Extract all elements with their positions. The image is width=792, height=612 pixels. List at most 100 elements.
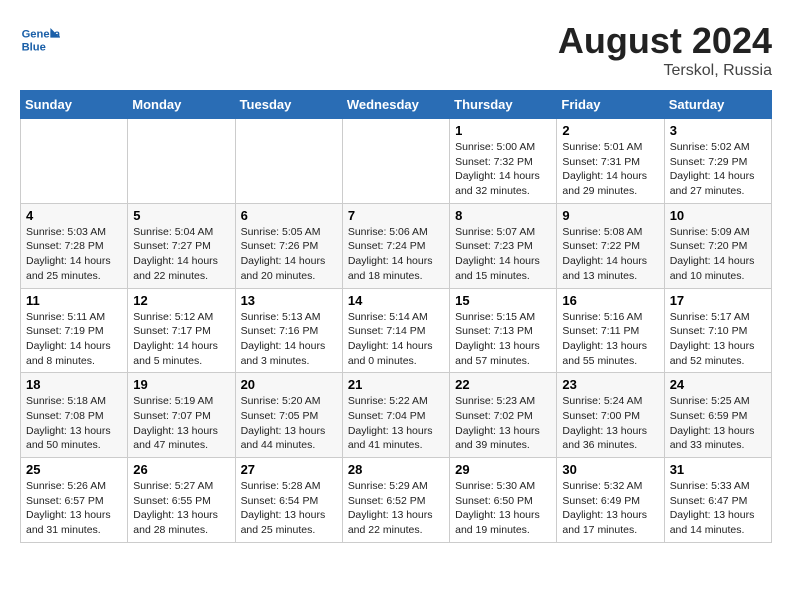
day-info: Sunrise: 5:07 AMSunset: 7:23 PMDaylight:… (455, 225, 551, 284)
calendar-cell: 26 Sunrise: 5:27 AMSunset: 6:55 PMDayligh… (128, 458, 235, 543)
calendar-cell: 6 Sunrise: 5:05 AMSunset: 7:26 PMDaylight… (235, 203, 342, 288)
weekday-header-wednesday: Wednesday (342, 91, 449, 119)
day-info: Sunrise: 5:20 AMSunset: 7:05 PMDaylight:… (241, 394, 337, 453)
calendar-cell: 18 Sunrise: 5:18 AMSunset: 7:08 PMDayligh… (21, 373, 128, 458)
day-info: Sunrise: 5:29 AMSunset: 6:52 PMDaylight:… (348, 479, 444, 538)
day-number: 26 (133, 462, 229, 477)
weekday-header-tuesday: Tuesday (235, 91, 342, 119)
day-number: 15 (455, 293, 551, 308)
day-number: 10 (670, 208, 766, 223)
day-info: Sunrise: 5:19 AMSunset: 7:07 PMDaylight:… (133, 394, 229, 453)
day-info: Sunrise: 5:24 AMSunset: 7:00 PMDaylight:… (562, 394, 658, 453)
day-number: 1 (455, 123, 551, 138)
day-info: Sunrise: 5:12 AMSunset: 7:17 PMDaylight:… (133, 310, 229, 369)
day-number: 16 (562, 293, 658, 308)
day-number: 6 (241, 208, 337, 223)
day-info: Sunrise: 5:01 AMSunset: 7:31 PMDaylight:… (562, 140, 658, 199)
day-info: Sunrise: 5:00 AMSunset: 7:32 PMDaylight:… (455, 140, 551, 199)
svg-text:Blue: Blue (22, 41, 46, 53)
calendar-cell: 7 Sunrise: 5:06 AMSunset: 7:24 PMDaylight… (342, 203, 449, 288)
day-info: Sunrise: 5:28 AMSunset: 6:54 PMDaylight:… (241, 479, 337, 538)
calendar-cell: 5 Sunrise: 5:04 AMSunset: 7:27 PMDaylight… (128, 203, 235, 288)
day-info: Sunrise: 5:26 AMSunset: 6:57 PMDaylight:… (26, 479, 122, 538)
calendar-cell: 25 Sunrise: 5:26 AMSunset: 6:57 PMDayligh… (21, 458, 128, 543)
calendar-table: SundayMondayTuesdayWednesdayThursdayFrid… (20, 90, 772, 543)
day-number: 31 (670, 462, 766, 477)
day-info: Sunrise: 5:11 AMSunset: 7:19 PMDaylight:… (26, 310, 122, 369)
calendar-header: SundayMondayTuesdayWednesdayThursdayFrid… (21, 91, 772, 119)
month-year: August 2024 (558, 20, 772, 62)
calendar-cell: 10 Sunrise: 5:09 AMSunset: 7:20 PMDayligh… (664, 203, 771, 288)
day-info: Sunrise: 5:15 AMSunset: 7:13 PMDaylight:… (455, 310, 551, 369)
calendar-cell: 17Sunrise: 5:17 AMSunset: 7:10 PMDayligh… (664, 288, 771, 373)
day-number: 18 (26, 377, 122, 392)
day-number: 28 (348, 462, 444, 477)
calendar-cell: 27 Sunrise: 5:28 AMSunset: 6:54 PMDayligh… (235, 458, 342, 543)
weekday-row: SundayMondayTuesdayWednesdayThursdayFrid… (21, 91, 772, 119)
calendar-cell: 2 Sunrise: 5:01 AMSunset: 7:31 PMDaylight… (557, 119, 664, 204)
day-number: 2 (562, 123, 658, 138)
day-number: 22 (455, 377, 551, 392)
calendar-cell: 4Sunrise: 5:03 AMSunset: 7:28 PMDaylight… (21, 203, 128, 288)
calendar-cell (342, 119, 449, 204)
logo: General Blue (20, 20, 60, 60)
day-number: 9 (562, 208, 658, 223)
day-info: Sunrise: 5:23 AMSunset: 7:02 PMDaylight:… (455, 394, 551, 453)
day-number: 20 (241, 377, 337, 392)
calendar-cell: 11Sunrise: 5:11 AMSunset: 7:19 PMDayligh… (21, 288, 128, 373)
day-info: Sunrise: 5:25 AMSunset: 6:59 PMDaylight:… (670, 394, 766, 453)
day-number: 27 (241, 462, 337, 477)
calendar-cell: 31Sunrise: 5:33 AMSunset: 6:47 PMDayligh… (664, 458, 771, 543)
calendar-week-5: 25 Sunrise: 5:26 AMSunset: 6:57 PMDayligh… (21, 458, 772, 543)
weekday-header-saturday: Saturday (664, 91, 771, 119)
day-number: 8 (455, 208, 551, 223)
day-info: Sunrise: 5:08 AMSunset: 7:22 PMDaylight:… (562, 225, 658, 284)
day-number: 21 (348, 377, 444, 392)
day-info: Sunrise: 5:06 AMSunset: 7:24 PMDaylight:… (348, 225, 444, 284)
day-info: Sunrise: 5:05 AMSunset: 7:26 PMDaylight:… (241, 225, 337, 284)
day-info: Sunrise: 5:03 AMSunset: 7:28 PMDaylight:… (26, 225, 122, 284)
day-number: 12 (133, 293, 229, 308)
day-number: 13 (241, 293, 337, 308)
day-number: 5 (133, 208, 229, 223)
weekday-header-monday: Monday (128, 91, 235, 119)
calendar-cell: 24 Sunrise: 5:25 AMSunset: 6:59 PMDayligh… (664, 373, 771, 458)
calendar-cell: 19 Sunrise: 5:19 AMSunset: 7:07 PMDayligh… (128, 373, 235, 458)
day-number: 19 (133, 377, 229, 392)
calendar-cell: 21Sunrise: 5:22 AMSunset: 7:04 PMDayligh… (342, 373, 449, 458)
calendar-week-1: 1 Sunrise: 5:00 AMSunset: 7:32 PMDaylight… (21, 119, 772, 204)
calendar-cell: 9 Sunrise: 5:08 AMSunset: 7:22 PMDaylight… (557, 203, 664, 288)
day-number: 14 (348, 293, 444, 308)
weekday-header-thursday: Thursday (450, 91, 557, 119)
day-number: 25 (26, 462, 122, 477)
calendar-week-3: 11Sunrise: 5:11 AMSunset: 7:19 PMDayligh… (21, 288, 772, 373)
calendar-body: 1 Sunrise: 5:00 AMSunset: 7:32 PMDaylight… (21, 119, 772, 543)
day-info: Sunrise: 5:27 AMSunset: 6:55 PMDaylight:… (133, 479, 229, 538)
calendar-cell (128, 119, 235, 204)
day-number: 24 (670, 377, 766, 392)
day-info: Sunrise: 5:32 AMSunset: 6:49 PMDaylight:… (562, 479, 658, 538)
calendar-week-4: 18 Sunrise: 5:18 AMSunset: 7:08 PMDayligh… (21, 373, 772, 458)
day-info: Sunrise: 5:04 AMSunset: 7:27 PMDaylight:… (133, 225, 229, 284)
day-info: Sunrise: 5:17 AMSunset: 7:10 PMDaylight:… (670, 310, 766, 369)
day-number: 30 (562, 462, 658, 477)
calendar-cell: 23 Sunrise: 5:24 AMSunset: 7:00 PMDayligh… (557, 373, 664, 458)
day-info: Sunrise: 5:16 AMSunset: 7:11 PMDaylight:… (562, 310, 658, 369)
calendar-cell: 28 Sunrise: 5:29 AMSunset: 6:52 PMDayligh… (342, 458, 449, 543)
day-info: Sunrise: 5:09 AMSunset: 7:20 PMDaylight:… (670, 225, 766, 284)
title-block: August 2024 Terskol, Russia (558, 20, 772, 80)
calendar-cell: 16 Sunrise: 5:16 AMSunset: 7:11 PMDayligh… (557, 288, 664, 373)
day-info: Sunrise: 5:02 AMSunset: 7:29 PMDaylight:… (670, 140, 766, 199)
calendar-week-2: 4Sunrise: 5:03 AMSunset: 7:28 PMDaylight… (21, 203, 772, 288)
weekday-header-sunday: Sunday (21, 91, 128, 119)
calendar-cell: 3Sunrise: 5:02 AMSunset: 7:29 PMDaylight… (664, 119, 771, 204)
day-number: 7 (348, 208, 444, 223)
day-info: Sunrise: 5:18 AMSunset: 7:08 PMDaylight:… (26, 394, 122, 453)
calendar-cell: 14 Sunrise: 5:14 AMSunset: 7:14 PMDayligh… (342, 288, 449, 373)
calendar-cell: 12 Sunrise: 5:12 AMSunset: 7:17 PMDayligh… (128, 288, 235, 373)
location: Terskol, Russia (558, 62, 772, 80)
day-number: 23 (562, 377, 658, 392)
calendar-cell: 29Sunrise: 5:30 AMSunset: 6:50 PMDayligh… (450, 458, 557, 543)
day-info: Sunrise: 5:14 AMSunset: 7:14 PMDaylight:… (348, 310, 444, 369)
calendar-cell: 1 Sunrise: 5:00 AMSunset: 7:32 PMDaylight… (450, 119, 557, 204)
